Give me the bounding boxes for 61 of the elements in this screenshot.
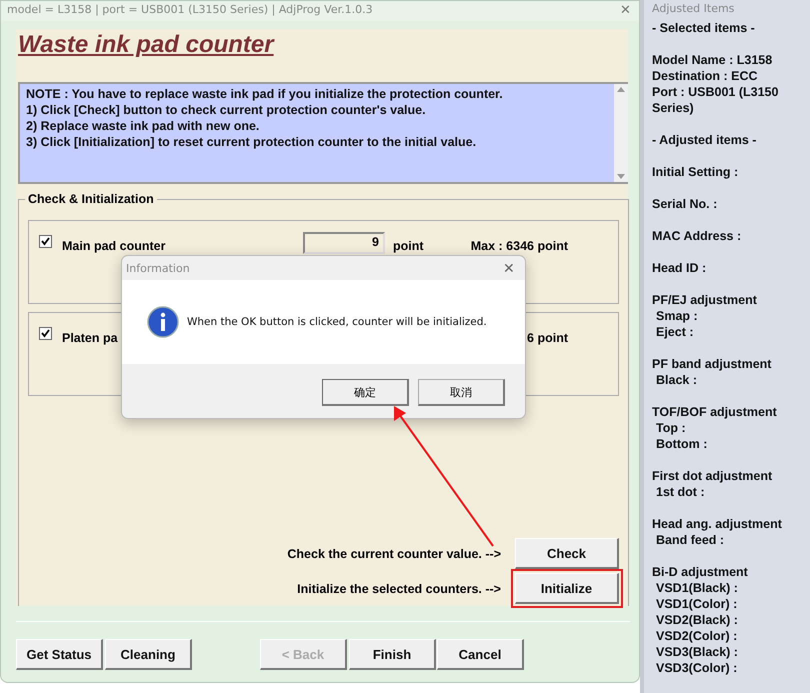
info-icon <box>147 306 179 338</box>
action-button[interactable]: Check <box>515 538 619 569</box>
info-line: VSD1(Black) : <box>655 580 739 596</box>
dialog-button[interactable]: 确定 <box>322 379 409 406</box>
info-line: Top : <box>655 420 687 436</box>
counter-label: Main pad counter <box>62 239 166 253</box>
info-line: Head ang. adjustment <box>652 516 783 532</box>
info-line: Bottom : <box>655 436 708 452</box>
counter-label: Platen pa <box>62 331 118 345</box>
footer-button[interactable]: Cleaning <box>105 639 192 670</box>
info-line: Port : USB001 (L3150 Series) <box>652 84 780 116</box>
note-line: 3) Click [Initialization] to reset current protection counter to the initial value. <box>26 134 478 150</box>
info-line: Destination : ECC <box>652 68 759 84</box>
info-line: VSD2(Black) : <box>655 612 739 628</box>
footer-button[interactable]: Cancel <box>437 639 524 670</box>
group-title: Check & Initialization <box>25 192 157 206</box>
info-line: VSD1(Color) : <box>655 596 738 612</box>
footer-button[interactable]: Finish <box>349 639 436 670</box>
checkbox[interactable] <box>39 235 52 248</box>
info-line: Smap : <box>655 308 699 324</box>
info-line: Model Name : L3158 <box>652 52 774 68</box>
info-line: VSD3(Color) : <box>655 660 738 676</box>
info-line: PF band adjustment <box>652 356 772 372</box>
action-label: Initialize the selected counters. --> <box>297 582 501 596</box>
scroll-down-icon[interactable] <box>617 174 625 179</box>
info-line: Head ID : <box>652 260 708 276</box>
info-line: - Selected items - <box>652 20 756 36</box>
info-line: VSD3(Black) : <box>655 644 739 660</box>
info-line: - Adjusted items - <box>652 132 758 148</box>
unit-label: point <box>393 239 424 253</box>
info-line: MAC Address : <box>652 228 742 244</box>
info-line: Bi-D adjustment <box>652 564 749 580</box>
scroll-up-icon[interactable] <box>617 87 625 92</box>
info-line: Eject : <box>655 324 695 340</box>
footer-button[interactable]: Get Status <box>16 639 103 670</box>
scrollbar[interactable] <box>614 84 628 182</box>
checkbox[interactable] <box>39 327 52 340</box>
window-title: model = L3158 | port = USB001 (L3150 Series) | AdjProg Ver.1.0.3 <box>7 3 373 17</box>
max-label: Max : 6346 point <box>470 239 568 253</box>
max-label: 6 point <box>527 331 568 345</box>
panel-title: Adjusted Items <box>652 2 736 16</box>
info-line: VSD2(Color) : <box>655 628 738 644</box>
info-line: Black : <box>655 372 698 388</box>
dialog-title: Information <box>126 262 190 274</box>
info-line: First dot adjustment <box>652 468 774 484</box>
info-line: PF/EJ adjustment <box>652 292 758 308</box>
info-line: Serial No. : <box>652 196 718 212</box>
counter-value-field[interactable]: 9 <box>303 232 385 254</box>
info-line: 1st dot : <box>655 484 706 500</box>
page-heading: Waste ink pad counter <box>18 31 274 59</box>
close-button[interactable]: ✕ <box>620 2 631 18</box>
dialog-message: When the OK button is clicked, counter will be initialized. <box>187 316 487 328</box>
close-button[interactable]: ✕ <box>503 260 515 276</box>
note-line: 1) Click [Check] button to check current protection counter's value. <box>26 102 427 118</box>
info-line: Initial Setting : <box>652 164 740 180</box>
note-line: NOTE : You have to replace waste ink pad if you initialize the protection counter. <box>26 86 504 102</box>
action-label: Check the current counter value. --> <box>287 546 501 560</box>
info-line: Band feed : <box>655 532 726 548</box>
note-line: 2) Replace waste ink pad with new one. <box>26 118 260 134</box>
info-line: TOF/BOF adjustment <box>652 404 778 420</box>
dialog-button[interactable]: 取消 <box>418 379 505 406</box>
